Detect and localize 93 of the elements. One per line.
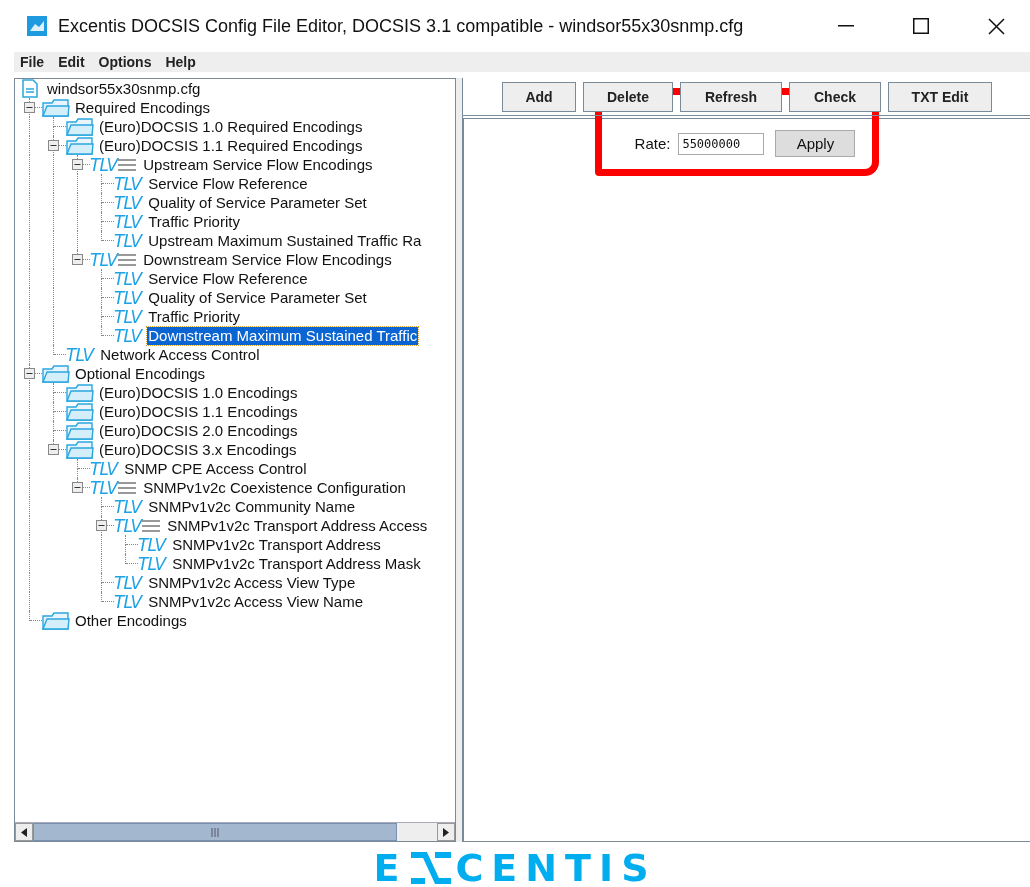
folder-icon [66, 440, 94, 459]
tree-item[interactable]: SNMPv1v2c Transport Address Mask [171, 554, 422, 573]
folder-icon [66, 402, 94, 421]
collapse-icon[interactable] [72, 254, 83, 265]
app-icon [27, 16, 47, 36]
tree-item[interactable]: (Euro)DOCSIS 1.1 Required Encodings [98, 136, 364, 155]
toolbar-button[interactable]: Delete [583, 81, 673, 112]
menu-item[interactable]: File [20, 54, 45, 70]
tlv-label: TLV [114, 572, 142, 593]
tree-item[interactable]: SNMPv1v2c Transport Address [171, 535, 382, 554]
tlv-label: TLV [114, 287, 142, 308]
toolbar-button[interactable]: Refresh [680, 81, 782, 112]
logo-text: E [373, 848, 408, 887]
minimize-icon[interactable] [838, 25, 854, 27]
collapse-icon[interactable] [72, 482, 83, 493]
field-label: Rate: [634, 135, 671, 152]
close-icon[interactable] [988, 17, 1005, 35]
tlv-label: TLV [90, 249, 118, 270]
tree-item[interactable]: Other Encodings [74, 611, 188, 630]
tree-item[interactable]: SNMPv1v2c Access View Type [147, 573, 357, 592]
collapse-icon[interactable] [24, 368, 35, 379]
tlv-label: TLV [114, 192, 142, 213]
menu-item[interactable]: Help [165, 54, 196, 70]
tree-item[interactable]: SNMPv1v2c Community Name [147, 497, 356, 516]
tree-item[interactable]: Quality of Service Parameter Set [147, 193, 368, 212]
tree-item[interactable]: Quality of Service Parameter Set [147, 288, 368, 307]
folder-icon [66, 383, 94, 402]
folder-icon [66, 117, 94, 136]
tree-item[interactable]: Network Access Control [99, 345, 261, 364]
menu-item[interactable]: Options [98, 54, 152, 70]
folder-icon [42, 98, 70, 117]
folder-icon [66, 421, 94, 440]
tlv-label: TLV [114, 496, 142, 517]
window-title: Excentis DOCSIS Config File Editor, DOCSIS 3.1 compatible - windsor55x30snmp.cfg [58, 15, 744, 37]
tree-item[interactable]: Upstream Service Flow Encodings [142, 155, 374, 174]
tlv-label: TLV [114, 230, 142, 251]
tlv-label: TLV [114, 173, 142, 194]
tree-item[interactable]: Service Flow Reference [147, 174, 309, 193]
collapse-icon[interactable] [48, 140, 59, 151]
scroll-right-icon[interactable] [443, 827, 449, 837]
maximize-icon[interactable] [913, 18, 929, 34]
tlv-label: TLV [90, 458, 118, 479]
list-icon [141, 518, 162, 533]
folder-icon [42, 364, 70, 383]
tlv-label: TLV [66, 344, 94, 365]
toolbar-button[interactable]: Check [789, 81, 881, 112]
menu-item[interactable]: Edit [58, 54, 85, 70]
tree-item[interactable]: Traffic Priority [147, 307, 241, 326]
tree-item[interactable]: (Euro)DOCSIS 1.0 Required Encodings [98, 117, 364, 136]
tree-item[interactable]: (Euro)DOCSIS 1.0 Encodings [98, 383, 299, 402]
scroll-left-icon[interactable] [21, 827, 27, 837]
folder-icon [42, 611, 70, 630]
tlv-label: TLV [90, 154, 118, 175]
tree-item[interactable]: windsor55x30snmp.cfg [46, 79, 202, 98]
tree-item[interactable]: SNMPv1v2c Coexistence Configuration [142, 478, 407, 497]
collapse-icon[interactable] [96, 520, 107, 531]
input-field[interactable]: 55000000 [678, 132, 765, 155]
tlv-label: TLV [114, 591, 142, 612]
tlv-label: TLV [138, 534, 166, 555]
logo-mark-icon [411, 852, 452, 884]
tree-item[interactable]: Optional Encodings [74, 364, 207, 383]
collapse-icon[interactable] [48, 444, 59, 455]
tlv-label: TLV [114, 268, 142, 289]
tlv-label: TLV [114, 306, 142, 327]
list-icon [117, 157, 138, 172]
tree-item[interactable]: Downstream Service Flow Encodings [142, 250, 393, 269]
collapse-icon[interactable] [72, 159, 83, 170]
tree-item[interactable]: (Euro)DOCSIS 2.0 Encodings [98, 421, 299, 440]
apply-button[interactable]: Apply [775, 130, 856, 157]
tree-item[interactable]: SNMPv1v2c Transport Address Access [166, 516, 429, 535]
collapse-icon[interactable] [24, 102, 35, 113]
tree-item[interactable]: Traffic Priority [147, 212, 241, 231]
tree-item[interactable]: Service Flow Reference [147, 269, 309, 288]
tlv-label: TLV [114, 211, 142, 232]
toolbar-button[interactable]: Add [502, 81, 576, 112]
toolbar-button[interactable]: TXT Edit [888, 81, 992, 112]
tree-item[interactable]: Downstream Maximum Sustained Traffic [147, 326, 419, 345]
tlv-label: TLV [138, 553, 166, 574]
list-icon [117, 252, 138, 267]
list-icon [117, 480, 138, 495]
tlv-label: TLV [114, 325, 142, 346]
tree-item[interactable]: SNMP CPE Access Control [123, 459, 308, 478]
tree-item[interactable]: Required Encodings [74, 98, 212, 117]
folder-icon [66, 136, 94, 155]
tlv-label: TLV [114, 515, 142, 536]
grip-icon [211, 827, 219, 837]
tree-item[interactable]: (Euro)DOCSIS 1.1 Encodings [98, 402, 299, 421]
logo-text: CENTIS [455, 848, 657, 887]
horizontal-scrollbar[interactable] [15, 822, 455, 841]
tlv-label: TLV [90, 477, 118, 498]
tree-item[interactable]: SNMPv1v2c Access View Name [147, 592, 365, 611]
tree-item[interactable]: (Euro)DOCSIS 3.x Encodings [98, 440, 298, 459]
tree-item[interactable]: Upstream Maximum Sustained Traffic Ra [147, 231, 423, 250]
